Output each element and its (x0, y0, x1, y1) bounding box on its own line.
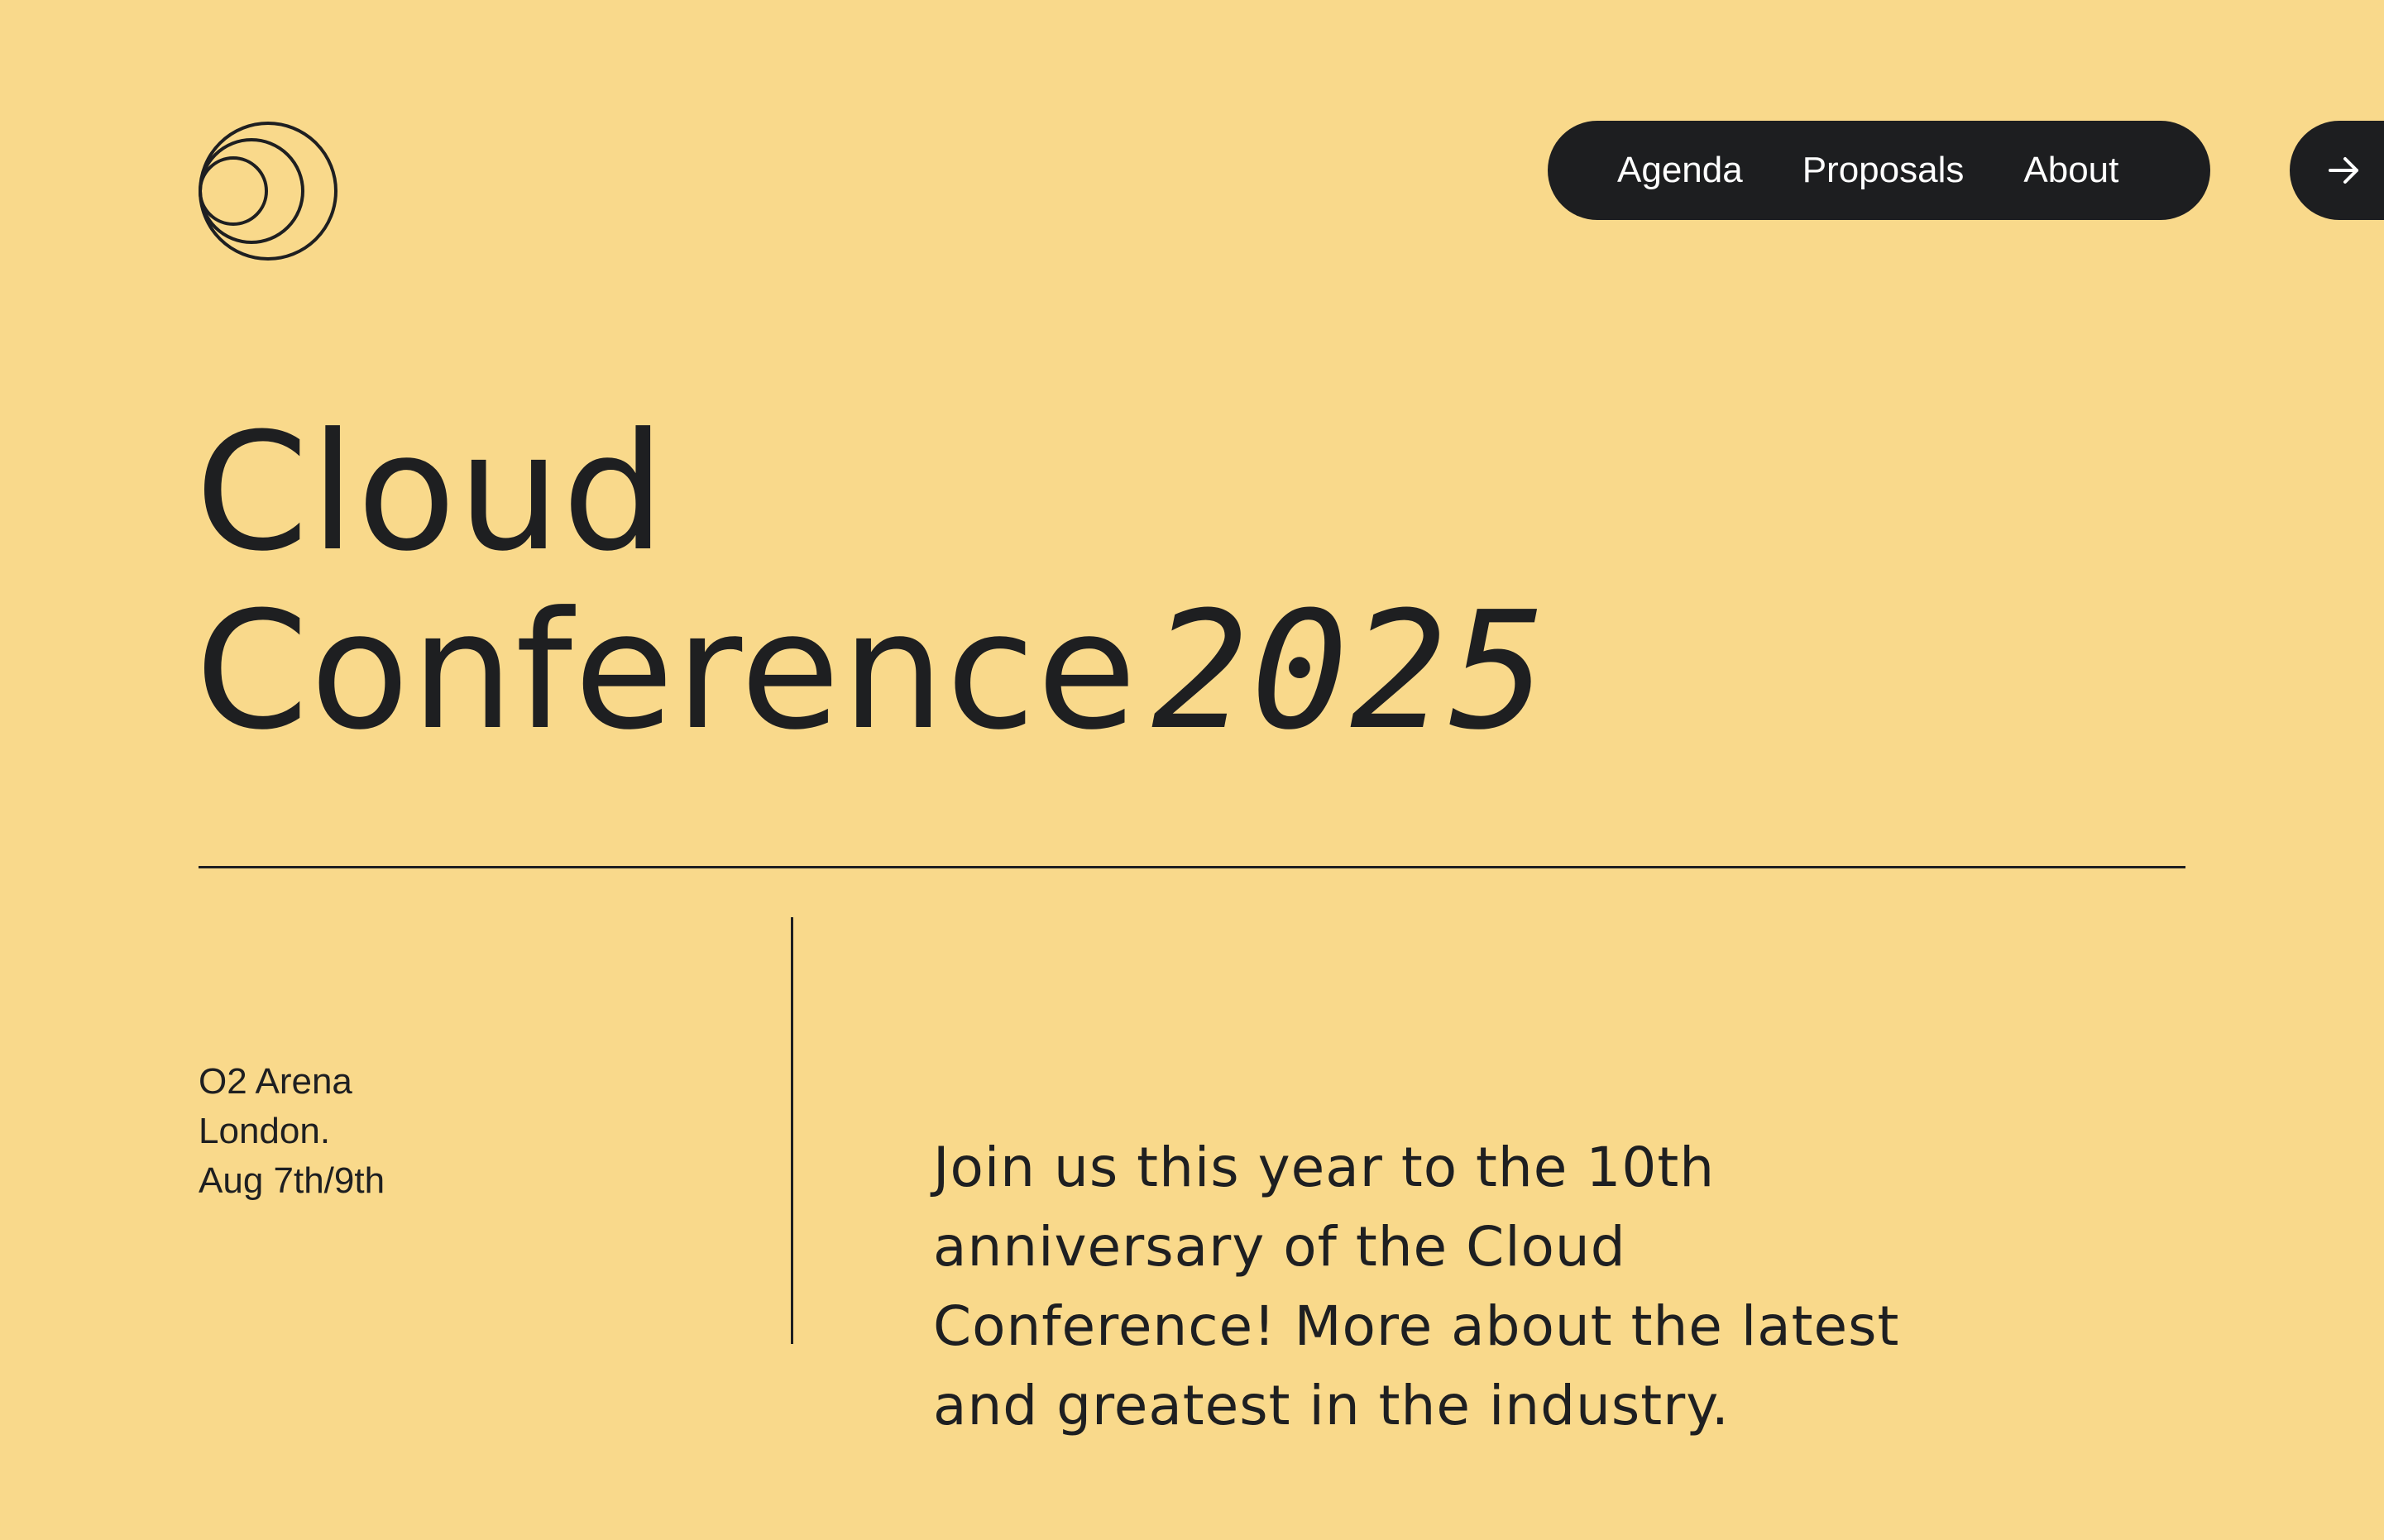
landing-page: Agenda Proposals About Cloud Conference2… (0, 0, 2384, 1540)
nav-link-agenda[interactable]: Agenda (1617, 150, 1743, 191)
title-line-2: Conference (195, 577, 1139, 766)
logo[interactable] (197, 120, 339, 262)
title-year: 2025 (1151, 577, 1549, 766)
venue-info: O2 Arena London. Aug 7th/9th (199, 1057, 385, 1206)
vertical-divider (791, 917, 793, 1344)
concentric-circles-logo-icon (199, 122, 337, 261)
nav-link-proposals[interactable]: Proposals (1802, 150, 1965, 191)
title-line-1: Cloud (195, 399, 667, 587)
conference-description: Join us this year to the 10th anniversar… (933, 1136, 1900, 1437)
main-nav: Agenda Proposals About (1548, 121, 2210, 220)
venue-city: London. (199, 1111, 331, 1151)
venue-name: O2 Arena (199, 1061, 352, 1102)
arrow-right-icon (2329, 157, 2358, 184)
nav-link-about[interactable]: About (2023, 150, 2118, 191)
page-title: Cloud Conference2025 (195, 404, 1549, 761)
cta-arrow-button[interactable] (2290, 121, 2384, 220)
horizontal-divider (199, 866, 2185, 868)
venue-dates: Aug 7th/9th (199, 1160, 385, 1201)
